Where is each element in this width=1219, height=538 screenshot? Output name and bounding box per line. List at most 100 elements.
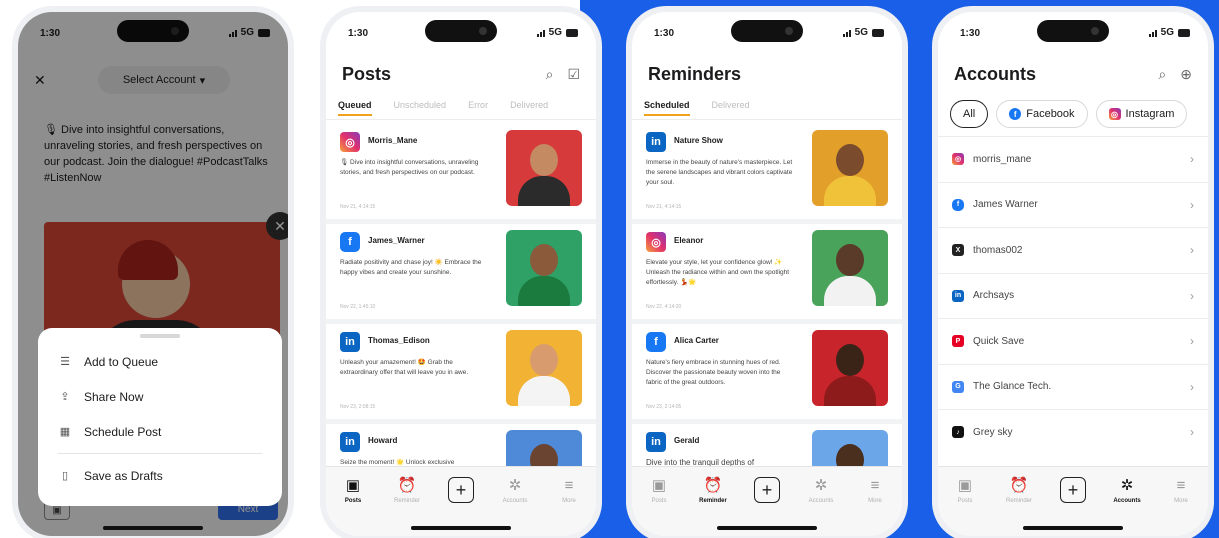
facebook-icon: f — [646, 332, 666, 352]
post-card[interactable]: in Thomas_Edison Unleash your amazement!… — [326, 324, 596, 424]
instagram-icon: ◎ — [952, 153, 964, 166]
post-date: Nov 21, 4:14:15 — [646, 204, 682, 210]
accounts-icon: ✲ — [1120, 477, 1134, 494]
account-row[interactable]: P Quick Save › — [938, 318, 1208, 364]
tab-label: Accounts — [502, 498, 528, 504]
post-text: Elevate your style, let your confidence … — [646, 259, 790, 286]
compose-screen: 1:30 5G ✕ Select Account ▾ 🎙 Dive into i… — [18, 12, 288, 536]
account-name: James Warner — [973, 199, 1038, 211]
tab-more[interactable]: ≡ More — [547, 477, 591, 536]
status-time: 1:30 — [960, 28, 981, 39]
phone-posts: 1:30 5G Posts ⌕ ☑ Queued Unscheduled Erro… — [320, 6, 602, 538]
filter-all[interactable]: All — [950, 100, 989, 128]
google-business-icon: G — [952, 380, 964, 393]
tab-more[interactable]: ≡ More — [853, 477, 897, 536]
posts-icon: ▣ — [957, 477, 973, 494]
search-icon[interactable]: ⌕ — [546, 66, 554, 83]
search-icon[interactable]: ⌕ — [1158, 66, 1166, 83]
tab-posts[interactable]: ▣ Posts — [637, 477, 681, 536]
account-row[interactable]: G The Glance Tech. › — [938, 363, 1208, 410]
tab-label: Posts — [957, 498, 973, 504]
tab-label: Reminder — [393, 498, 420, 504]
tab-more[interactable]: ≡ More — [1159, 477, 1203, 536]
post-text: Immerse in the beauty of nature's master… — [646, 159, 793, 186]
linkedin-icon: in — [646, 132, 666, 152]
chevron-right-icon: › — [1190, 379, 1194, 394]
schedule-post-option[interactable]: ▦ Schedule Post — [38, 414, 282, 449]
tab-label: More — [868, 498, 882, 504]
tab-label: Posts — [651, 498, 667, 504]
add-circle-icon[interactable]: ⊕ — [1180, 66, 1192, 83]
tab-delivered[interactable]: Delivered — [510, 100, 548, 118]
account-name: Gerald — [674, 436, 700, 445]
post-card[interactable]: f James_Warner Radiate positivity and ch… — [326, 224, 596, 324]
share-now-option[interactable]: ⇪ Share Now — [38, 379, 282, 414]
pinterest-icon: P — [952, 335, 964, 348]
account-name: thomas002 — [973, 244, 1023, 256]
x-icon: X — [952, 244, 964, 257]
signal-icon — [1148, 29, 1157, 37]
platform-filter: All f Facebook ◎ Instagram — [950, 100, 1208, 130]
chip-label: All — [963, 108, 976, 120]
reminder-card[interactable]: f Alica Carter Nature's fiery embrace in… — [632, 324, 902, 424]
chevron-right-icon: › — [1190, 243, 1194, 258]
post-text: Nature's fiery embrace in stunning hues … — [646, 359, 781, 386]
filter-instagram[interactable]: ◎ Instagram — [1095, 100, 1188, 128]
dynamic-island — [1037, 20, 1109, 42]
tab-queued[interactable]: Queued — [338, 100, 372, 116]
post-date: Nov 22, 1:45:10 — [340, 304, 376, 310]
alarm-icon: ⏰ — [1009, 477, 1029, 494]
save-as-drafts-option[interactable]: ▯ Save as Drafts — [38, 458, 282, 493]
account-list: ◎ morris_mane › f James Warner › Xthomas002 ›… — [938, 136, 1208, 455]
tab-delivered[interactable]: Delivered — [712, 100, 750, 118]
menu-icon: ≡ — [870, 477, 880, 494]
post-text: Radiate positivity and chase joy! ☀️ Emb… — [340, 259, 482, 276]
post-card[interactable]: ◎ Morris_Mane 🎙 Dive into insightful con… — [326, 124, 596, 224]
tab-posts[interactable]: ▣ Posts — [943, 477, 987, 536]
post-thumbnail — [812, 330, 888, 406]
instagram-icon: ◎ — [340, 132, 360, 152]
page-title: Accounts — [954, 64, 1037, 84]
page-title: Reminders — [648, 64, 742, 84]
home-indicator — [411, 526, 511, 530]
status-icons: 5G — [842, 27, 884, 38]
account-name: The Glance Tech. — [973, 381, 1052, 393]
status-icons: 5G — [536, 27, 578, 38]
chevron-right-icon: › — [1190, 288, 1194, 303]
tab-label: Reminder — [699, 498, 727, 504]
account-row[interactable]: ◎ morris_mane › — [938, 136, 1208, 182]
tab-unscheduled[interactable]: Unscheduled — [394, 100, 447, 118]
reminder-card[interactable]: in Nature Show Immerse in the beauty of … — [632, 124, 902, 224]
tab-label: Accounts — [1113, 498, 1141, 504]
header: Accounts ⌕ ⊕ — [954, 64, 1192, 92]
menu-icon: ≡ — [564, 477, 574, 494]
dynamic-island — [425, 20, 497, 42]
tab-scheduled[interactable]: Scheduled — [644, 100, 690, 116]
tab-error[interactable]: Error — [468, 100, 488, 118]
account-name: Howard — [368, 436, 398, 445]
add-to-queue-option[interactable]: ☰ Add to Queue — [38, 344, 282, 379]
status-time: 1:30 — [654, 28, 675, 39]
menu-icon: ≡ — [1176, 477, 1186, 494]
reminder-card[interactable]: ◎ Eleanor Elevate your style, let your c… — [632, 224, 902, 324]
post-thumbnail — [506, 130, 582, 206]
tab-label: Accounts — [808, 498, 834, 504]
account-row[interactable]: Xthomas002 › — [938, 227, 1208, 273]
status-bar: 1:30 5G — [326, 12, 596, 52]
sheet-handle[interactable] — [140, 334, 180, 338]
tab-posts[interactable]: ▣ Posts — [331, 477, 375, 536]
filter-facebook[interactable]: f Facebook — [996, 100, 1088, 128]
chip-label: Facebook — [1026, 108, 1075, 120]
accounts-icon: ✲ — [814, 477, 828, 494]
account-row[interactable]: f James Warner › — [938, 181, 1208, 228]
battery-icon — [1178, 28, 1190, 37]
checkbox-icon[interactable]: ☑ — [567, 66, 580, 83]
facebook-icon: f — [952, 198, 964, 211]
account-row[interactable]: in Archsays › — [938, 272, 1208, 319]
alarm-icon: ⏰ — [397, 477, 417, 494]
tab-label: More — [1174, 498, 1188, 504]
account-name: morris_mane — [973, 153, 1032, 165]
account-row[interactable]: ♪ Grey sky › — [938, 409, 1208, 455]
linkedin-icon: in — [952, 289, 964, 302]
queue-icon: ☰ — [60, 356, 70, 368]
